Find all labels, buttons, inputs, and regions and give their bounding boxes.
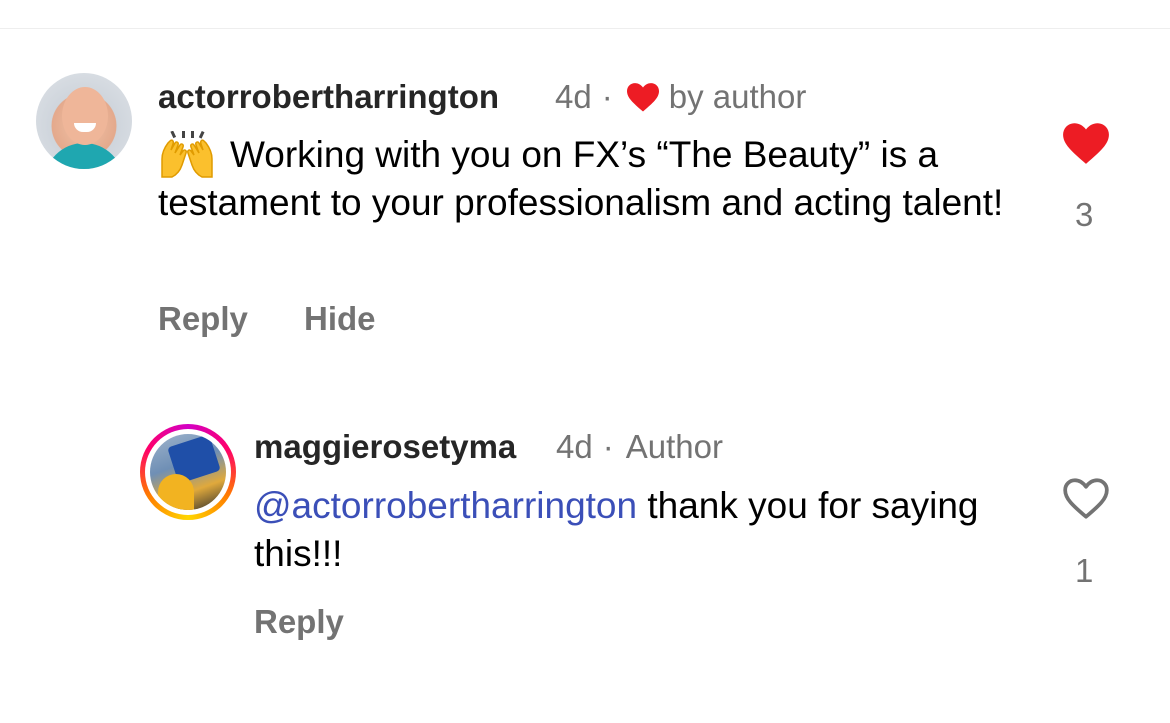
avatar[interactable] (150, 434, 226, 510)
reply-button[interactable]: Reply (158, 300, 248, 338)
comment-body: Working with you on FX’s “The Beauty” is… (158, 131, 1008, 227)
avatar[interactable] (36, 73, 132, 169)
story-ring[interactable] (140, 424, 236, 520)
avatar-head (62, 87, 108, 145)
mention-link[interactable]: @actorrobertharrington (254, 485, 637, 526)
heart-outline-icon[interactable] (1061, 475, 1111, 521)
meta-separator: · (602, 428, 614, 465)
heart-filled-icon (626, 83, 659, 112)
like-count: 3 (1075, 196, 1094, 233)
comment-body: @actorrobertharrington thank you for say… (254, 482, 1034, 578)
liked-by-author-label: by author (668, 78, 807, 115)
heart-filled-icon[interactable] (1061, 120, 1111, 166)
avatar-person (158, 474, 194, 510)
like-count: 1 (1075, 552, 1094, 589)
comment-meta: 4d · Author (556, 428, 723, 466)
hide-button[interactable]: Hide (304, 300, 376, 338)
reply-button[interactable]: Reply (254, 603, 344, 641)
comment-time: 4d (556, 428, 593, 465)
author-label: Author (625, 428, 723, 465)
raising-hands-emoji (161, 131, 213, 178)
comment-username[interactable]: maggierosetyma (254, 428, 516, 466)
comment-meta: 4d · by author (555, 78, 806, 116)
comment-1: actorrobertharrington 4d · by author Wor… (0, 0, 1170, 360)
avatar-shirt (44, 143, 124, 169)
comment-text: Working with you on FX’s “The Beauty” is… (158, 134, 1004, 223)
comment-time: 4d (555, 78, 592, 115)
meta-separator: · (601, 78, 613, 115)
comment-username[interactable]: actorrobertharrington (158, 78, 499, 116)
